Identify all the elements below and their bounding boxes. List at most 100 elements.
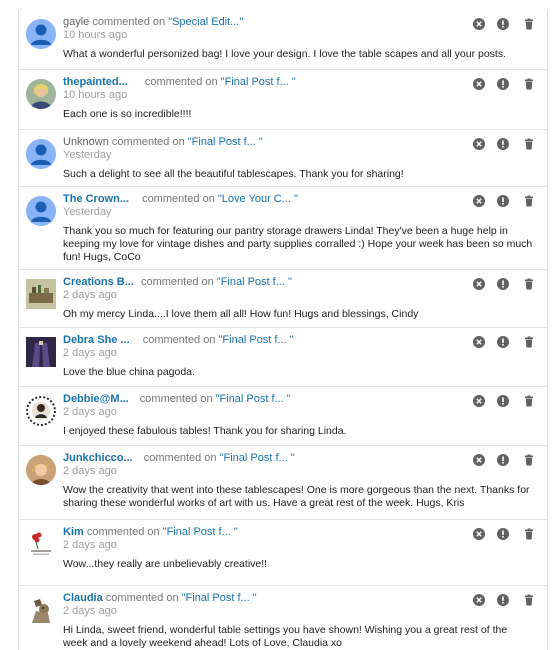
- comment-verb: commented on: [105, 592, 179, 604]
- comment-author[interactable]: The Crown...: [63, 193, 129, 205]
- comment-author[interactable]: Junkchicco...: [63, 452, 133, 464]
- comment-actions: [473, 336, 535, 350]
- comment-text: Each one is so incredible!!!!: [63, 108, 192, 120]
- comment-text: Thank you so much for featuring our pant…: [63, 225, 533, 263]
- default-avatar[interactable]: [26, 196, 56, 226]
- comment-time: Yesterday: [63, 149, 112, 161]
- remove-circle-icon[interactable]: [473, 528, 485, 540]
- comment-verb: commented on: [111, 136, 185, 148]
- user-avatar[interactable]: [26, 529, 56, 559]
- remove-circle-icon[interactable]: [473, 278, 485, 290]
- user-avatar[interactable]: [26, 279, 56, 309]
- comment-text: I enjoyed these fabulous tables! Thank y…: [63, 425, 347, 437]
- comment-verb: commented on: [86, 526, 160, 538]
- comment-author[interactable]: Unknown: [63, 136, 109, 148]
- post-link[interactable]: "Final Post f... ": [163, 526, 238, 538]
- report-spam-icon[interactable]: [497, 594, 509, 606]
- comment-time: 2 days ago: [63, 605, 117, 617]
- report-spam-icon[interactable]: [497, 278, 509, 290]
- comment-text: Wow the creativity that went into these …: [63, 484, 530, 509]
- remove-circle-icon[interactable]: [473, 195, 485, 207]
- report-spam-icon[interactable]: [497, 138, 509, 150]
- comment-time: 2 days ago: [63, 539, 117, 551]
- report-spam-icon[interactable]: [497, 18, 509, 30]
- comment-author[interactable]: thepainted...: [63, 76, 128, 88]
- report-spam-icon[interactable]: [497, 528, 509, 540]
- remove-circle-icon[interactable]: [473, 594, 485, 606]
- trash-icon[interactable]: [523, 454, 535, 466]
- comment-item: Junkchicco... commented on "Final Post f…: [19, 446, 547, 520]
- remove-circle-icon[interactable]: [473, 18, 485, 30]
- comment-actions: [473, 528, 535, 542]
- user-avatar[interactable]: [26, 396, 56, 426]
- default-avatar[interactable]: [26, 139, 56, 169]
- remove-circle-icon[interactable]: [473, 78, 485, 90]
- post-link[interactable]: "Love Your C... ": [218, 193, 298, 205]
- comment-item: Debbie@M... commented on "Final Post f..…: [19, 387, 547, 446]
- comment-text: Hi Linda, sweet friend, wonderful table …: [63, 624, 508, 649]
- comment-time: 10 hours ago: [63, 89, 128, 101]
- comment-time: 10 hours ago: [63, 29, 128, 41]
- post-link[interactable]: "Final Post f... ": [220, 452, 295, 464]
- comment-verb: commented on: [144, 76, 218, 88]
- comment-item: Claudia commented on "Final Post f... " …: [19, 586, 547, 650]
- comment-author[interactable]: Debbie@M...: [63, 393, 129, 405]
- trash-icon[interactable]: [523, 78, 535, 90]
- comment-item: Creations B... commented on "Final Post …: [19, 270, 547, 328]
- comment-text: Oh my mercy Linda....I love them all all…: [63, 308, 419, 320]
- comment-author[interactable]: Creations B...: [63, 276, 134, 288]
- trash-icon[interactable]: [523, 594, 535, 606]
- comment-item: The Crown... commented on "Love Your C..…: [19, 187, 547, 270]
- comments-panel: gayle commented on "Special Edit..." 10 …: [18, 10, 548, 650]
- user-avatar[interactable]: [26, 337, 56, 367]
- post-link[interactable]: "Final Post f... ": [219, 334, 294, 346]
- remove-circle-icon[interactable]: [473, 336, 485, 348]
- comment-item: Kim commented on "Final Post f... " 2 da…: [19, 520, 547, 586]
- comment-text: Love the blue china pagoda.: [63, 366, 195, 378]
- comment-item: gayle commented on "Special Edit..." 10 …: [19, 10, 547, 70]
- post-link[interactable]: "Final Post f... ": [188, 136, 263, 148]
- user-avatar[interactable]: [26, 595, 56, 625]
- comment-actions: [473, 594, 535, 608]
- comment-time: Yesterday: [63, 206, 112, 218]
- report-spam-icon[interactable]: [497, 78, 509, 90]
- default-avatar[interactable]: [26, 19, 56, 49]
- trash-icon[interactable]: [523, 138, 535, 150]
- comment-verb: commented on: [142, 334, 216, 346]
- post-link[interactable]: "Special Edit...": [168, 16, 243, 28]
- report-spam-icon[interactable]: [497, 395, 509, 407]
- post-link[interactable]: "Final Post f... ": [182, 592, 257, 604]
- comment-author[interactable]: Kim: [63, 526, 84, 538]
- report-spam-icon[interactable]: [497, 336, 509, 348]
- post-link[interactable]: "Final Post f... ": [221, 76, 296, 88]
- remove-circle-icon[interactable]: [473, 454, 485, 466]
- remove-circle-icon[interactable]: [473, 138, 485, 150]
- comment-actions: [473, 18, 535, 32]
- trash-icon[interactable]: [523, 336, 535, 348]
- user-avatar[interactable]: [26, 455, 56, 485]
- comment-actions: [473, 138, 535, 152]
- post-link[interactable]: "Final Post f... ": [216, 393, 291, 405]
- trash-icon[interactable]: [523, 195, 535, 207]
- comment-item: thepainted... commented on "Final Post f…: [19, 70, 547, 130]
- comment-author[interactable]: gayle: [63, 16, 89, 28]
- trash-icon[interactable]: [523, 278, 535, 290]
- post-link[interactable]: "Final Post f... ": [217, 276, 292, 288]
- user-avatar[interactable]: [26, 79, 56, 109]
- report-spam-icon[interactable]: [497, 454, 509, 466]
- comment-text: What a wonderful personized bag! I love …: [63, 48, 507, 60]
- remove-circle-icon[interactable]: [473, 395, 485, 407]
- trash-icon[interactable]: [523, 395, 535, 407]
- comment-item: Unknown commented on "Final Post f... " …: [19, 130, 547, 187]
- comment-author[interactable]: Debra She ...: [63, 334, 130, 346]
- comment-time: 2 days ago: [63, 347, 117, 359]
- comment-text: Wow...they really are unbelievably creat…: [63, 558, 268, 570]
- comment-actions: [473, 395, 535, 409]
- trash-icon[interactable]: [523, 18, 535, 30]
- comment-time: 2 days ago: [63, 406, 117, 418]
- comment-time: 2 days ago: [63, 289, 117, 301]
- comment-item: Debra She ... commented on "Final Post f…: [19, 328, 547, 387]
- comment-author[interactable]: Claudia: [63, 592, 103, 604]
- trash-icon[interactable]: [523, 528, 535, 540]
- report-spam-icon[interactable]: [497, 195, 509, 207]
